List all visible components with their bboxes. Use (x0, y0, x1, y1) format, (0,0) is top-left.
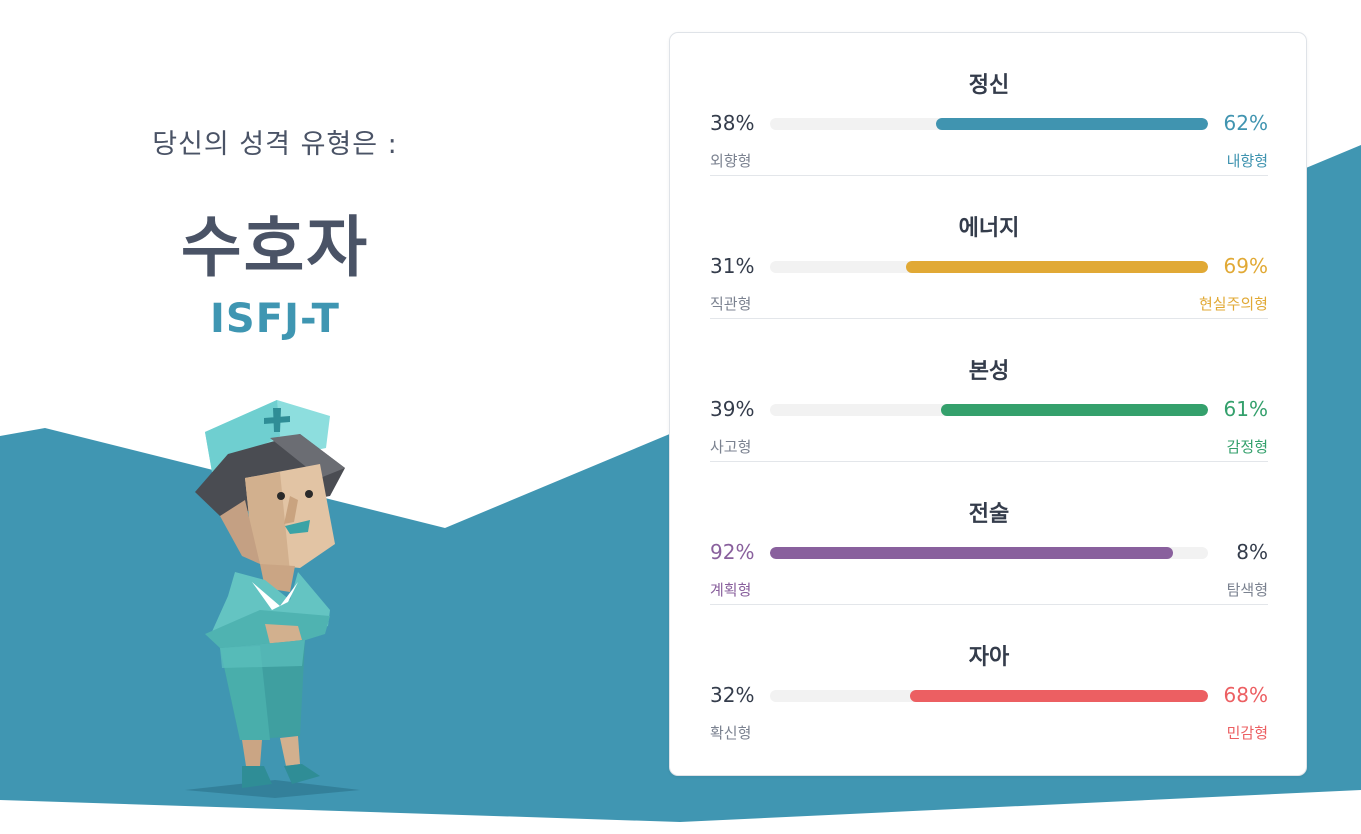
trait-right-percent: 68% (1223, 683, 1268, 707)
trait-row: 자아 32% 68% 확신형 민감형 (710, 605, 1268, 748)
trait-right-percent: 62% (1223, 111, 1268, 135)
trait-row: 정신 38% 62% 외향형 내향형 (710, 33, 1268, 176)
trait-title: 본성 (968, 359, 1010, 384)
trait-bar-track (770, 404, 1208, 416)
trait-bar-fill (910, 690, 1208, 702)
trait-right-percent: 69% (1223, 254, 1268, 278)
trait-right-label: 민감형 (1226, 724, 1268, 742)
trait-title: 전술 (968, 502, 1010, 527)
trait-left-percent: 32% (710, 683, 755, 707)
trait-bar-track (770, 547, 1208, 559)
trait-right-label: 현실주의형 (1198, 295, 1268, 313)
trait-bar-fill (906, 261, 1208, 273)
trait-bar-track (770, 690, 1208, 702)
trait-left-label: 확신형 (710, 724, 752, 742)
trait-row: 본성 39% 61% 사고형 감정형 (710, 319, 1268, 462)
trait-title: 에너지 (958, 216, 1020, 241)
trait-left-percent: 39% (710, 397, 755, 421)
trait-left-label: 외향형 (710, 152, 752, 170)
personality-type-code: ISFJ-T (210, 296, 340, 342)
trait-right-label: 탐색형 (1226, 581, 1268, 599)
trait-bar-track (770, 118, 1208, 130)
trait-left-label: 직관형 (710, 295, 752, 313)
trait-right-label: 감정형 (1226, 438, 1268, 456)
trait-row: 에너지 31% 69% 직관형 현실주의형 (710, 176, 1268, 319)
trait-bar-track (770, 261, 1208, 273)
trait-right-label: 내향형 (1226, 152, 1268, 170)
trait-title: 자아 (968, 645, 1010, 670)
trait-left-percent: 31% (710, 254, 755, 278)
trait-row: 전술 92% 8% 계획형 탐색형 (710, 462, 1268, 605)
trait-bar-fill (936, 118, 1208, 130)
trait-left-percent: 92% (710, 540, 755, 564)
trait-right-percent: 61% (1223, 397, 1268, 421)
trait-right-percent: 8% (1236, 540, 1268, 564)
trait-bar-fill (770, 547, 1173, 559)
trait-title: 정신 (968, 73, 1010, 98)
nurse-avatar-illustration (185, 400, 360, 798)
personality-type-name: 수호자 (180, 209, 370, 286)
trait-bar-fill (941, 404, 1208, 416)
traits-card: 정신 38% 62% 외향형 내향형 에너지 31% 69% 직관형 현실주의형… (669, 32, 1307, 776)
result-intro: 당신의 성격 유형은 : (152, 129, 398, 160)
trait-left-label: 계획형 (710, 581, 752, 599)
trait-left-percent: 38% (710, 111, 755, 135)
trait-left-label: 사고형 (710, 438, 752, 456)
